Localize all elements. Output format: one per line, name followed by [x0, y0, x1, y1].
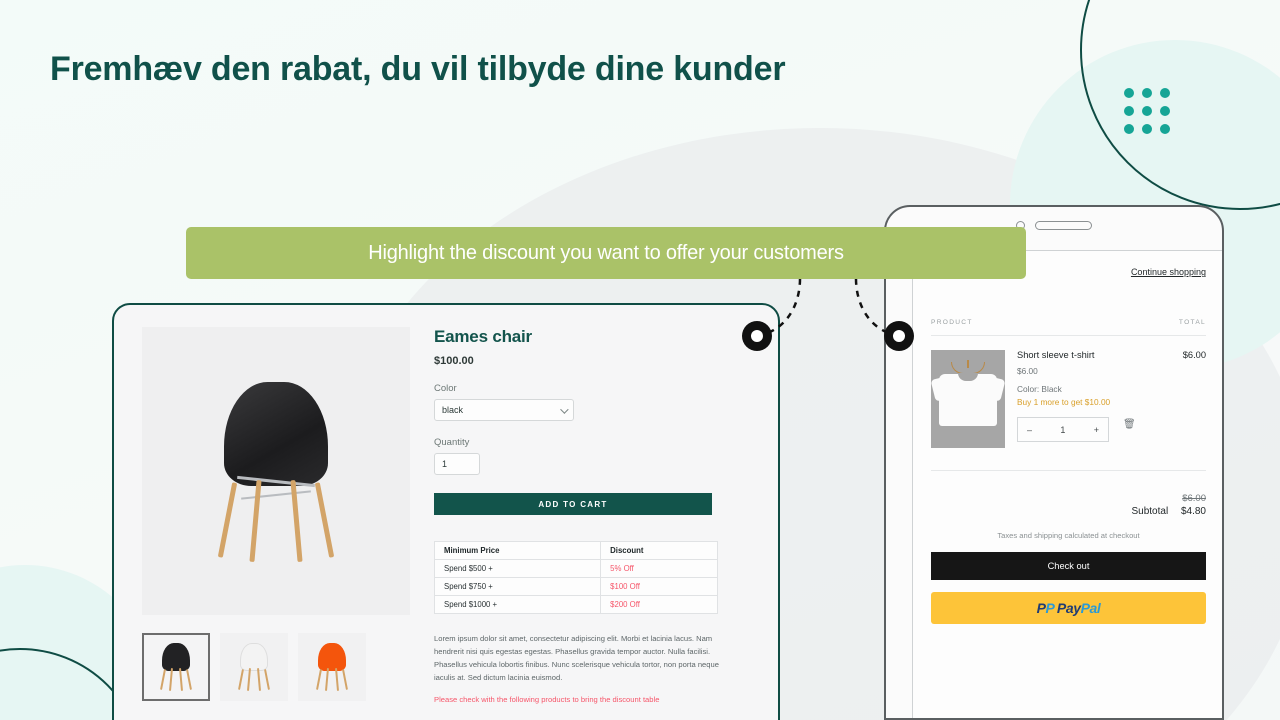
row-min-price: Spend $750 +	[433, 577, 602, 596]
decrease-quantity-button[interactable]: –	[1027, 425, 1032, 435]
table-row: Spend $1000 + $200 Off	[433, 595, 718, 614]
color-select-value: black	[442, 405, 464, 415]
quantity-value: 1	[442, 459, 448, 469]
product-title: Eames chair	[434, 327, 532, 346]
cart-summary: $6.00 Subtotal $4.80	[931, 471, 1206, 517]
cart-col-total: TOTAL	[1178, 319, 1206, 326]
cart-col-product: PRODUCT	[931, 319, 973, 326]
row-discount: $200 Off	[600, 595, 718, 614]
product-details: Eames chair $100.00 Color black Quantity…	[433, 327, 750, 719]
color-select[interactable]: black	[434, 399, 574, 421]
cart-item-variant: Color: Black	[1017, 384, 1062, 394]
taxes-note: Taxes and shipping calculated at checkou…	[997, 531, 1140, 540]
dot-grid-icon	[1124, 88, 1170, 134]
table-row: Spend $750 + $100 Off	[433, 577, 718, 596]
quantity-input[interactable]: 1	[434, 453, 480, 475]
discount-table: Minimum Price Discount Spend $500 + 5% O…	[433, 541, 718, 614]
thumbnail-black-chair[interactable]	[142, 633, 210, 701]
cart-item-quantity: 1	[1060, 424, 1066, 435]
chevron-down-icon	[560, 405, 569, 414]
tablet-device-mockup: Eames chair $100.00 Color black Quantity…	[112, 303, 780, 720]
cart-item-image	[931, 350, 1005, 448]
row-discount: $100 Off	[600, 577, 718, 596]
cart-item-unit-price: $6.00	[1017, 366, 1038, 376]
product-description-note: Please check with the following products…	[434, 695, 660, 705]
product-gallery	[142, 327, 410, 719]
color-label: Color	[434, 383, 457, 394]
subtotal-original-amount: $6.00	[1182, 493, 1206, 504]
page-title: Fremhæv den rabat, du vil tilbyde dine k…	[50, 50, 786, 88]
black-chair-icon	[156, 641, 196, 693]
quantity-label: Quantity	[434, 437, 470, 448]
product-hero-image	[142, 327, 410, 615]
cart-item-line-total: $6.00	[1182, 350, 1206, 360]
cart-line-item: Short sleeve t-shirt $6.00 Color: Black …	[931, 336, 1206, 448]
paypal-logo-icon: PP PayPal	[1036, 600, 1101, 616]
row-min-price: Spend $1000 +	[433, 595, 602, 614]
thumbnail-white-chair[interactable]	[220, 633, 288, 701]
phone-device-mockup: Continue shopping PRODUCT TOTAL Short sl…	[884, 205, 1224, 720]
thumbnail-strip[interactable]	[142, 633, 410, 701]
table-header-row: Minimum Price Discount	[433, 541, 718, 560]
white-chair-icon	[234, 641, 274, 693]
cart-screen: Continue shopping PRODUCT TOTAL Short sl…	[912, 250, 1222, 718]
product-description: Lorem ipsum dolor sit amet, consectetur …	[434, 634, 719, 683]
callout-marker-right	[884, 321, 914, 351]
checkout-button[interactable]: Check out	[931, 552, 1206, 580]
col-minimum-price: Minimum Price	[433, 541, 602, 560]
paypal-button[interactable]: PP PayPal	[931, 592, 1206, 624]
cart-item-promo-message: Buy 1 more to get $10.00	[1017, 397, 1111, 407]
product-price: $100.00	[434, 355, 474, 367]
row-discount: 5% Off	[600, 559, 718, 578]
increase-quantity-button[interactable]: +	[1094, 425, 1099, 435]
callout-banner: Highlight the discount you want to offer…	[186, 227, 1026, 279]
orange-chair-icon	[312, 641, 352, 693]
cart-item-info: Short sleeve t-shirt $6.00 Color: Black …	[1017, 350, 1171, 448]
speaker-icon	[1035, 220, 1092, 230]
col-discount: Discount	[600, 541, 718, 560]
row-min-price: Spend $500 +	[433, 559, 602, 578]
black-chair-illustration	[201, 376, 351, 566]
subtotal-amount: $4.80	[1180, 506, 1206, 517]
add-to-cart-button[interactable]: ADD TO CART	[434, 493, 712, 515]
cart-item-name: Short sleeve t-shirt	[1017, 350, 1095, 360]
paypal-text-pay: Pay	[1056, 600, 1081, 616]
cart-table-header: PRODUCT TOTAL	[931, 319, 1206, 336]
trash-icon[interactable]: 🗑	[1123, 419, 1136, 430]
subtotal-label: Subtotal	[1131, 506, 1169, 517]
paypal-text-pal: Pal	[1080, 600, 1101, 616]
callout-marker-left	[742, 321, 772, 351]
quantity-stepper[interactable]: – 1 +	[1017, 417, 1109, 442]
table-row: Spend $500 + 5% Off	[433, 559, 718, 578]
thumbnail-orange-chair[interactable]	[298, 633, 366, 701]
